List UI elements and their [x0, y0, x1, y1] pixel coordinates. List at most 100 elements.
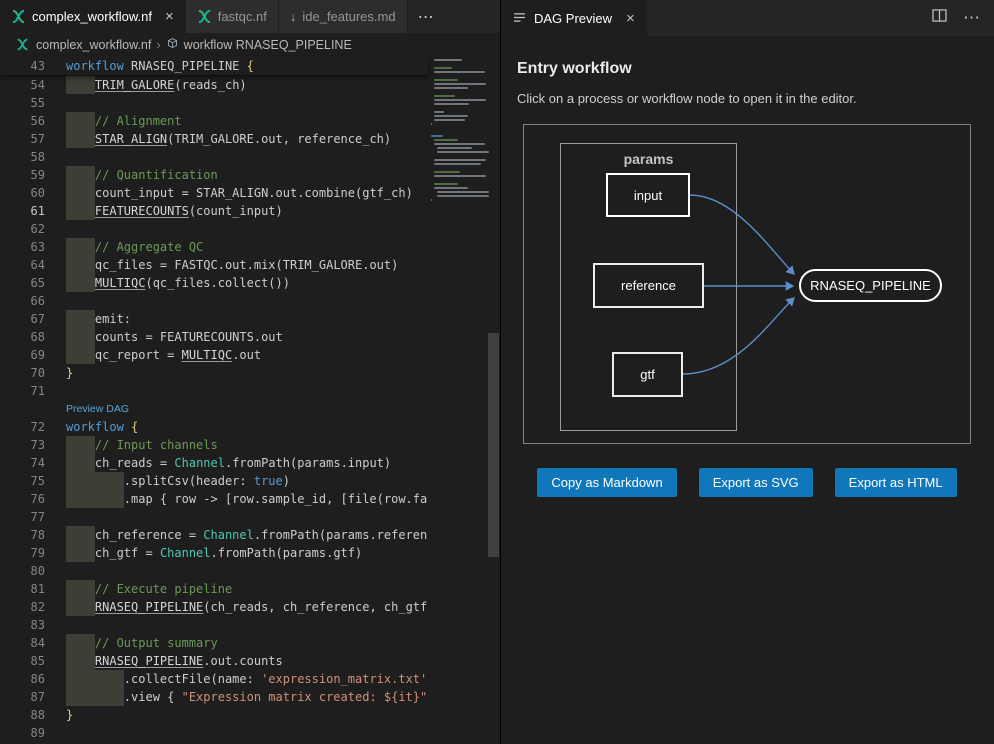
panel-description: Click on a process or workflow node to o…: [517, 91, 978, 106]
minimap-line: [431, 123, 432, 125]
split-editor-icon[interactable]: [932, 9, 947, 27]
minimap[interactable]: [428, 56, 487, 744]
minimap-line: [434, 79, 458, 81]
code-lines: 54 TRIM_GALORE(reads_ch)5556 // Alignmen…: [0, 76, 428, 744]
breadcrumb-symbol-label: workflow RNASEQ_PIPELINE: [184, 38, 352, 52]
code-line[interactable]: 64 qc_files = FASTQC.out.mix(TRIM_GALORE…: [0, 256, 428, 274]
code-line[interactable]: 55: [0, 94, 428, 112]
export-as-html-button[interactable]: Export as HTML: [835, 468, 957, 497]
code-line[interactable]: 58: [0, 148, 428, 166]
dag-preview-panel: DAG Preview × ⋯ Entry workflow Click on …: [500, 0, 994, 744]
code-line[interactable]: 71: [0, 382, 428, 400]
panel-tab-label: DAG Preview: [534, 11, 612, 26]
dag-node-rnaseq-pipeline[interactable]: RNASEQ_PIPELINE: [799, 269, 942, 302]
code-line[interactable]: 69 qc_report = MULTIQC.out: [0, 346, 428, 364]
code-line[interactable]: 60 count_input = STAR_ALIGN.out.combine(…: [0, 184, 428, 202]
code-line[interactable]: 54 TRIM_GALORE(reads_ch): [0, 76, 428, 94]
minimap-line: [434, 119, 464, 121]
minimap-line: [437, 151, 489, 153]
markdown-icon: ↓: [290, 9, 297, 24]
editor-group: complex_workflow.nf × fastqc.nf ↓ ide_fe…: [0, 0, 500, 744]
breadcrumb: complex_workflow.nf › workflow RNASEQ_PI…: [0, 33, 500, 56]
code-line[interactable]: 76 .map { row -> [row.sample_id, [file(r…: [0, 490, 428, 508]
editor-scrollbar[interactable]: [487, 56, 500, 744]
app-window: complex_workflow.nf × fastqc.nf ↓ ide_fe…: [0, 0, 994, 744]
tab-label: complex_workflow.nf: [32, 9, 152, 24]
symbol-workflow-icon: [166, 37, 179, 53]
copy-as-markdown-button[interactable]: Copy as Markdown: [537, 468, 676, 497]
close-icon[interactable]: ×: [626, 10, 635, 27]
minimap-line: [434, 183, 458, 185]
minimap-line: [434, 115, 468, 117]
code-line[interactable]: 87 .view { "Expression matrix created: $…: [0, 688, 428, 706]
code-line[interactable]: 77: [0, 508, 428, 526]
breadcrumb-file[interactable]: complex_workflow.nf: [16, 38, 151, 52]
dag-node-input[interactable]: input: [606, 173, 690, 217]
code-line[interactable]: 81 // Execute pipeline: [0, 580, 428, 598]
minimap-line: [431, 135, 443, 137]
code-line[interactable]: 79 ch_gtf = Channel.fromPath(params.gtf): [0, 544, 428, 562]
export-as-svg-button[interactable]: Export as SVG: [699, 468, 813, 497]
nextflow-icon: [16, 38, 31, 51]
code-line[interactable]: 63 // Aggregate QC: [0, 238, 428, 256]
minimap-line: [434, 83, 486, 85]
code-line[interactable]: 70}: [0, 364, 428, 382]
code-line[interactable]: 82 RNASEQ_PIPELINE(ch_reads, ch_referenc…: [0, 598, 428, 616]
tab-fastqc[interactable]: fastqc.nf: [186, 0, 279, 33]
code-line[interactable]: 78 ch_reference = Channel.fromPath(param…: [0, 526, 428, 544]
code-line[interactable]: 62: [0, 220, 428, 238]
code-line[interactable]: 65 MULTIQC(qc_files.collect()): [0, 274, 428, 292]
minimap-line: [434, 99, 486, 101]
code-line[interactable]: 59 // Quantification: [0, 166, 428, 184]
minimap-line: [434, 163, 481, 165]
minimap-line: [431, 199, 432, 201]
code-line[interactable]: 83: [0, 616, 428, 634]
nextflow-icon: [197, 9, 212, 24]
code-line[interactable]: 89: [0, 724, 428, 742]
tab-dag-preview[interactable]: DAG Preview ×: [501, 0, 647, 36]
page-title: Entry workflow: [517, 60, 978, 78]
tab-overflow-button[interactable]: ⋯: [408, 0, 444, 33]
scrollbar-thumb[interactable]: [488, 333, 499, 557]
code-line[interactable]: 68 counts = FEATURECOUNTS.out: [0, 328, 428, 346]
sticky-line[interactable]: 43 workflow RNASEQ_PIPELINE {: [0, 56, 428, 75]
minimap-line: [434, 175, 486, 177]
code-line[interactable]: 84 // Output summary: [0, 634, 428, 652]
dag-node-gtf[interactable]: gtf: [612, 352, 683, 397]
codelens-preview-dag[interactable]: Preview DAG: [0, 400, 428, 418]
code-line[interactable]: 73 // Input channels: [0, 436, 428, 454]
minimap-line: [434, 71, 485, 73]
minimap-line: [437, 195, 489, 197]
tab-label: fastqc.nf: [218, 9, 267, 24]
breadcrumb-symbol[interactable]: workflow RNASEQ_PIPELINE: [166, 37, 352, 53]
minimap-line: [434, 87, 468, 89]
code-line[interactable]: 57 STAR_ALIGN(TRIM_GALORE.out, reference…: [0, 130, 428, 148]
tab-complex-workflow[interactable]: complex_workflow.nf ×: [0, 0, 186, 33]
code-line[interactable]: 88}: [0, 706, 428, 724]
code-line[interactable]: 61 FEATURECOUNTS(count_input): [0, 202, 428, 220]
minimap-line: [434, 67, 452, 69]
code-line[interactable]: 56 // Alignment: [0, 112, 428, 130]
close-icon[interactable]: ×: [165, 9, 174, 24]
code-line[interactable]: 67 emit:: [0, 310, 428, 328]
code-line[interactable]: 72workflow {: [0, 418, 428, 436]
code-line[interactable]: 74 ch_reads = Channel.fromPath(params.in…: [0, 454, 428, 472]
panel-body: Entry workflow Click on a process or wor…: [501, 36, 994, 497]
code-line[interactable]: 86 .collectFile(name: 'expression_matrix…: [0, 670, 428, 688]
more-actions-icon[interactable]: ⋯: [963, 8, 980, 28]
tab-ide-features[interactable]: ↓ ide_features.md: [279, 0, 408, 33]
minimap-line: [434, 111, 444, 113]
tab-label: ide_features.md: [302, 9, 395, 24]
dag-node-reference[interactable]: reference: [593, 263, 704, 308]
panel-header: DAG Preview × ⋯: [501, 0, 994, 36]
minimap-line: [434, 187, 468, 189]
code-line[interactable]: 80: [0, 562, 428, 580]
minimap-line: [434, 59, 462, 61]
code-line[interactable]: 66: [0, 292, 428, 310]
code-line[interactable]: 85 RNASEQ_PIPELINE.out.counts: [0, 652, 428, 670]
panel-actions: ⋯: [932, 0, 994, 36]
minimap-line: [437, 147, 471, 149]
sticky-line-number: 43: [0, 59, 45, 73]
code-line[interactable]: 75 .splitCsv(header: true): [0, 472, 428, 490]
minimap-line: [434, 95, 455, 97]
